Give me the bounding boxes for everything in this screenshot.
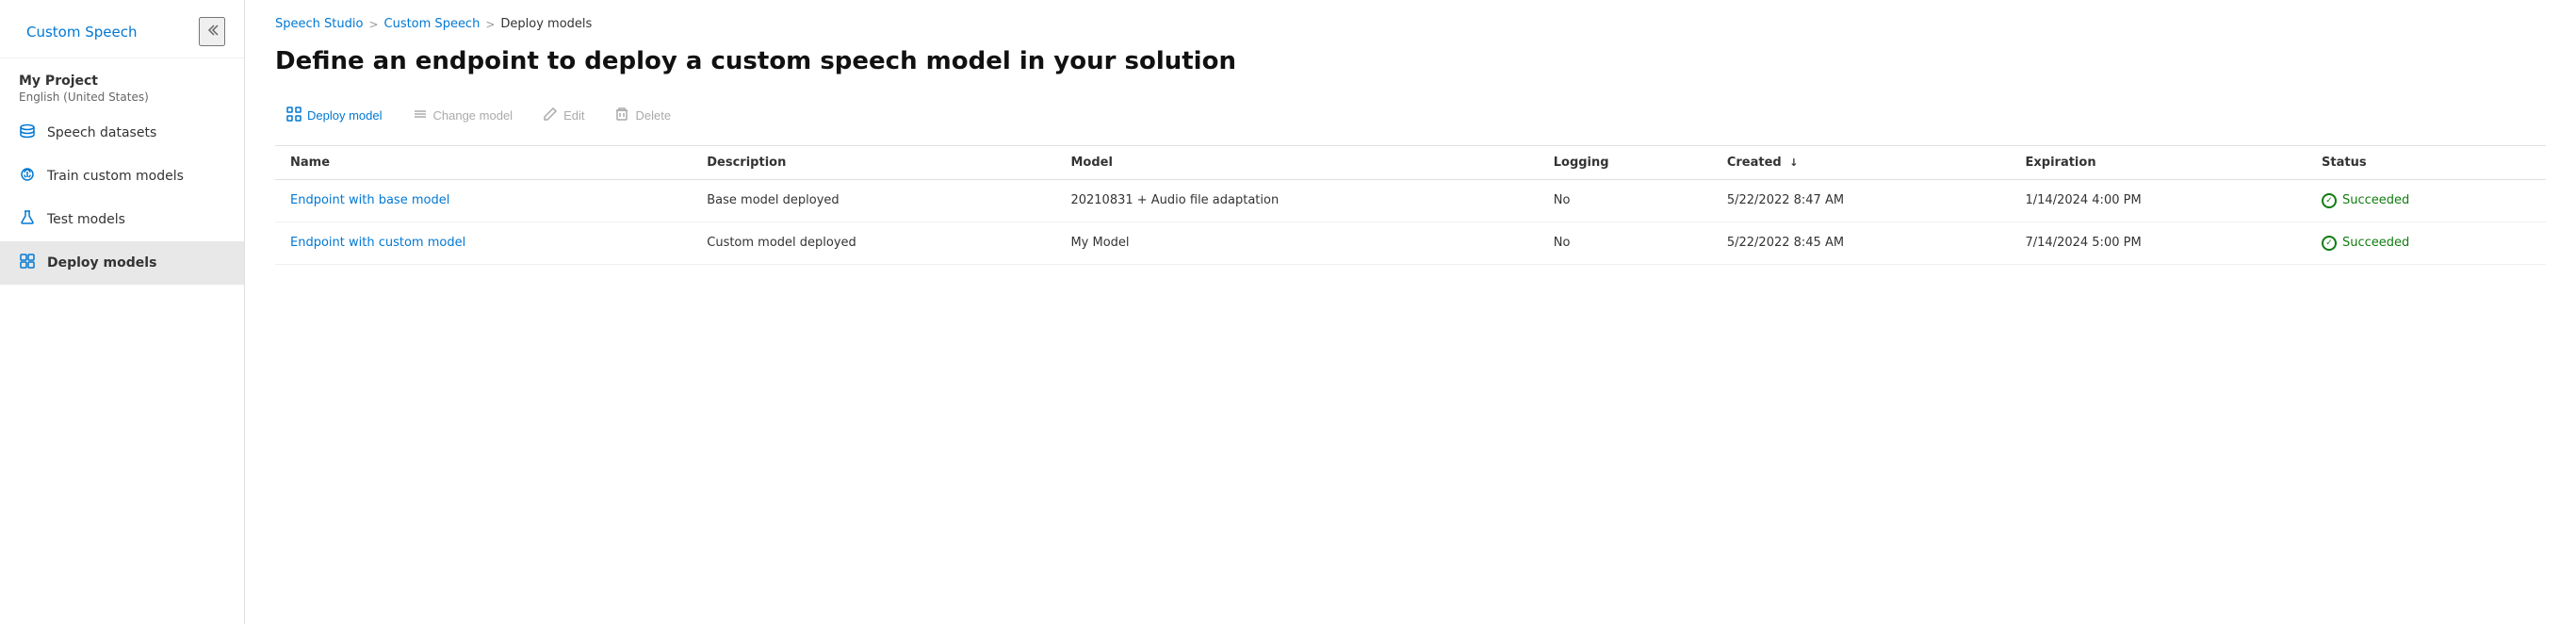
cell-name: Endpoint with base model — [275, 179, 692, 222]
sidebar: Custom Speech My Project English (United… — [0, 0, 245, 624]
breadcrumb-custom-speech[interactable]: Custom Speech — [384, 17, 481, 31]
delete-button[interactable]: Delete — [603, 101, 682, 130]
breadcrumb-sep-2: > — [485, 18, 495, 31]
table-row: Endpoint with custom model Custom model … — [275, 222, 2546, 264]
database-icon — [19, 123, 36, 143]
col-expiration[interactable]: Expiration — [2011, 146, 2307, 180]
project-language: English (United States) — [19, 90, 225, 104]
sidebar-item-label: Test models — [47, 212, 125, 227]
breadcrumb-current: Deploy models — [500, 17, 592, 31]
col-status[interactable]: Status — [2307, 146, 2546, 180]
cell-logging-2: No — [1539, 222, 1712, 264]
deploy-model-label: Deploy model — [307, 108, 383, 123]
deploy-model-icon — [286, 107, 302, 124]
toolbar: Deploy model Change model Edit — [275, 101, 2546, 130]
collapse-button[interactable] — [199, 17, 225, 46]
col-created[interactable]: Created ↓ — [1712, 146, 2011, 180]
cell-description-2: Custom model deployed — [692, 222, 1055, 264]
cell-expiration-1: 1/14/2024 4:00 PM — [2011, 179, 2307, 222]
cell-status-1: Succeeded — [2307, 179, 2546, 222]
delete-label: Delete — [635, 108, 671, 123]
change-model-label: Change model — [433, 108, 514, 123]
status-circle-icon-1 — [2322, 193, 2337, 208]
breadcrumb-speech-studio[interactable]: Speech Studio — [275, 17, 363, 31]
edit-label: Edit — [563, 108, 584, 123]
flask-icon — [19, 209, 36, 230]
sidebar-item-deploy-models[interactable]: Deploy models — [0, 241, 244, 285]
sidebar-item-test-models[interactable]: Test models — [0, 198, 244, 241]
edit-button[interactable]: Edit — [531, 101, 595, 130]
col-name[interactable]: Name — [275, 146, 692, 180]
page-title: Define an endpoint to deploy a custom sp… — [275, 46, 2546, 78]
sidebar-item-label: Deploy models — [47, 255, 156, 271]
cell-status-2: Succeeded — [2307, 222, 2546, 264]
sidebar-header: Custom Speech — [0, 0, 244, 58]
sort-icon: ↓ — [1789, 156, 1798, 169]
table-header-row: Name Description Model Logging Created ↓ — [275, 146, 2546, 180]
endpoints-table-container: Name Description Model Logging Created ↓ — [275, 145, 2546, 265]
cell-created-1: 5/22/2022 8:47 AM — [1712, 179, 2011, 222]
project-section: My Project English (United States) — [0, 58, 244, 111]
brain-icon — [19, 166, 36, 187]
cell-name-2: Endpoint with custom model — [275, 222, 692, 264]
col-logging[interactable]: Logging — [1539, 146, 1712, 180]
sidebar-item-label: Train custom models — [47, 169, 184, 184]
project-title: My Project — [19, 74, 225, 89]
cell-model-2: My Model — [1055, 222, 1538, 264]
col-description[interactable]: Description — [692, 146, 1055, 180]
deploy-model-button[interactable]: Deploy model — [275, 101, 394, 130]
change-model-icon — [413, 107, 428, 124]
sidebar-title: Custom Speech — [19, 24, 138, 41]
change-model-button[interactable]: Change model — [401, 101, 525, 130]
breadcrumb: Speech Studio > Custom Speech > Deploy m… — [275, 0, 2546, 46]
col-model[interactable]: Model — [1055, 146, 1538, 180]
endpoints-table: Name Description Model Logging Created ↓ — [275, 146, 2546, 265]
status-label-1: Succeeded — [2342, 193, 2409, 207]
deploy-icon — [19, 253, 36, 273]
sidebar-item-train-custom-models[interactable]: Train custom models — [0, 155, 244, 198]
endpoint-link-2[interactable]: Endpoint with custom model — [290, 236, 465, 250]
cell-model-1: 20210831 + Audio file adaptation — [1055, 179, 1538, 222]
status-label-2: Succeeded — [2342, 236, 2409, 250]
endpoint-link-1[interactable]: Endpoint with base model — [290, 193, 449, 207]
table-row: Endpoint with base model Base model depl… — [275, 179, 2546, 222]
delete-icon — [614, 107, 629, 124]
status-circle-icon-2 — [2322, 236, 2337, 251]
cell-description-1: Base model deployed — [692, 179, 1055, 222]
cell-created-2: 5/22/2022 8:45 AM — [1712, 222, 2011, 264]
main-content: Speech Studio > Custom Speech > Deploy m… — [245, 0, 2576, 624]
status-badge-2: Succeeded — [2322, 236, 2531, 251]
sidebar-item-speech-datasets[interactable]: Speech datasets — [0, 111, 244, 155]
sidebar-nav: Speech datasets Train custom models — [0, 111, 244, 624]
sidebar-app-title-label: Custom Speech — [26, 24, 138, 41]
status-badge-1: Succeeded — [2322, 193, 2531, 208]
sidebar-item-label: Speech datasets — [47, 125, 156, 140]
cell-expiration-2: 7/14/2024 5:00 PM — [2011, 222, 2307, 264]
edit-icon — [543, 107, 558, 124]
breadcrumb-sep-1: > — [368, 18, 378, 31]
cell-logging-1: No — [1539, 179, 1712, 222]
